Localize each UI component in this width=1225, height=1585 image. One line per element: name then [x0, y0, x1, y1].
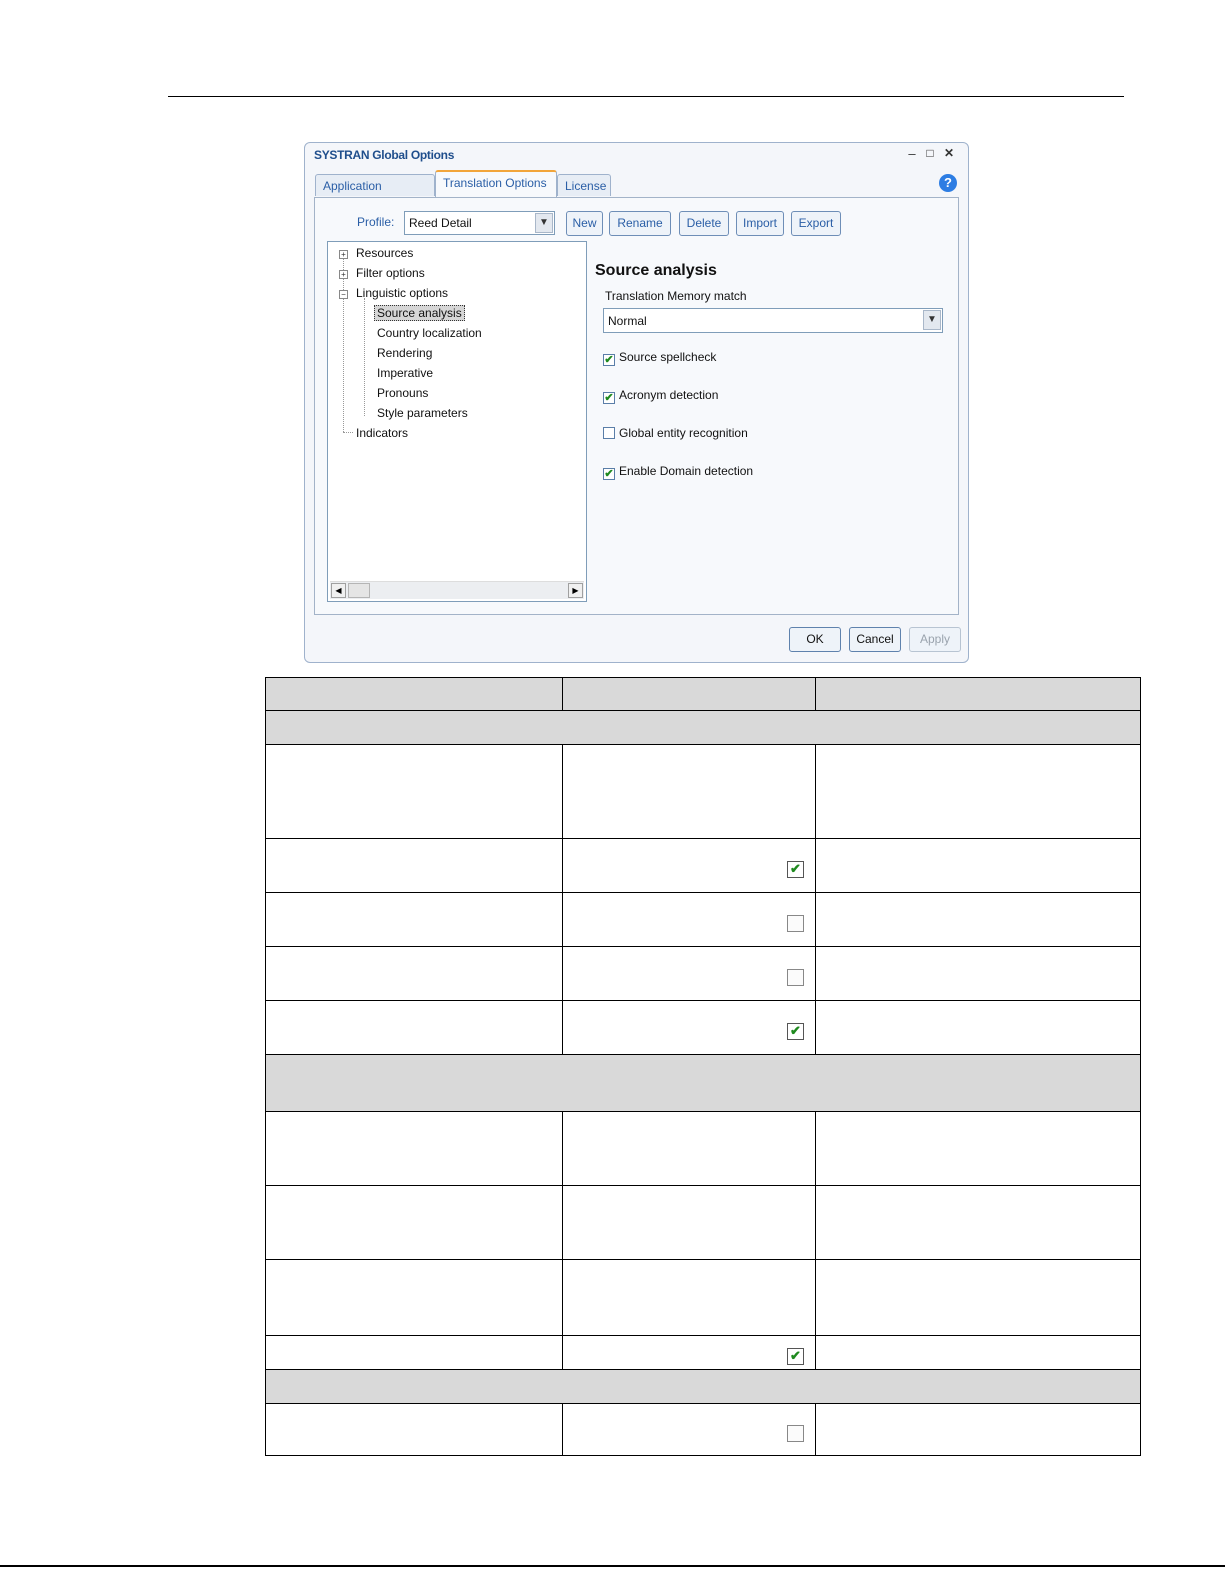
tree-item-resources[interactable]: Resources: [356, 246, 413, 260]
table-row: ✔: [265, 838, 1141, 893]
checkbox-unchecked-icon[interactable]: [603, 427, 615, 439]
profile-dropdown[interactable]: Reed Detail ▼: [404, 211, 555, 235]
export-profile-button[interactable]: Export: [791, 211, 841, 236]
scroll-left-icon[interactable]: ◀: [331, 583, 346, 598]
window-title: SYSTRAN Global Options: [314, 148, 455, 162]
new-profile-button[interactable]: New: [566, 211, 603, 236]
acronym-detection-option[interactable]: ✔ Acronym detection: [603, 388, 718, 404]
scroll-right-icon[interactable]: ▶: [568, 583, 583, 598]
ok-button[interactable]: OK: [789, 627, 841, 652]
table-header-cell: [265, 677, 563, 711]
tm-match-label: Translation Memory match: [605, 289, 747, 303]
table-row: ✔: [265, 1335, 1141, 1370]
close-icon[interactable]: ✕: [942, 146, 956, 160]
domain-detection-label: Enable Domain detection: [619, 464, 754, 478]
page-footer-rule: [0, 1565, 1225, 1567]
tree-item-country-localization[interactable]: Country localization: [377, 326, 482, 340]
table-header-cell: [562, 677, 816, 711]
source-spellcheck-label: Source spellcheck: [619, 350, 717, 364]
table-header-cell: [815, 677, 1141, 711]
tab-application-settings[interactable]: Application Settings: [315, 174, 435, 215]
tree-item-source-analysis[interactable]: Source analysis: [374, 305, 465, 321]
checkbox-unchecked-icon: [787, 969, 804, 986]
checkbox-checked-icon[interactable]: ✔: [603, 468, 615, 480]
global-entity-recognition-label: Global entity recognition: [619, 426, 748, 440]
tree-item-imperative[interactable]: Imperative: [377, 366, 433, 380]
source-spellcheck-option[interactable]: ✔ Source spellcheck: [603, 350, 716, 366]
tm-match-value: Normal: [608, 314, 647, 328]
table-row: [265, 1111, 1141, 1186]
chevron-down-icon[interactable]: ▼: [923, 310, 941, 330]
import-profile-button[interactable]: Import: [736, 211, 784, 236]
delete-profile-button[interactable]: Delete: [679, 211, 729, 236]
table-row: ✔: [265, 1000, 1141, 1055]
chevron-down-icon[interactable]: ▼: [535, 213, 553, 233]
table-row: [265, 744, 1141, 839]
options-reference-table: ✔ ✔ ✔: [265, 677, 1141, 1456]
table-group-row: [265, 1054, 1141, 1112]
table-row: [265, 1259, 1141, 1336]
minimize-icon[interactable]: –: [905, 146, 919, 161]
domain-detection-option[interactable]: ✔ Enable Domain detection: [603, 464, 753, 480]
tm-match-dropdown[interactable]: Normal ▼: [603, 308, 943, 333]
tree-item-linguistic-options[interactable]: Linguistic options: [356, 286, 448, 300]
expand-icon[interactable]: +: [339, 250, 348, 259]
expand-icon[interactable]: +: [339, 270, 348, 279]
translation-options-panel: Profile: Reed Detail ▼ New Rename Delete…: [314, 197, 959, 615]
checkbox-checked-icon: ✔: [787, 861, 804, 878]
table-row: [265, 1185, 1141, 1260]
rename-profile-button[interactable]: Rename: [609, 211, 671, 236]
table-group-row: [265, 1369, 1141, 1404]
checkbox-unchecked-icon: [787, 915, 804, 932]
tree-item-filter-options[interactable]: Filter options: [356, 266, 425, 280]
apply-button[interactable]: Apply: [909, 627, 961, 652]
tree-horizontal-scrollbar[interactable]: ◀ ▶: [330, 581, 584, 599]
maximize-icon[interactable]: □: [923, 146, 937, 160]
title-bar[interactable]: SYSTRAN Global Options – □ ✕: [305, 143, 968, 169]
scroll-thumb[interactable]: [348, 583, 370, 598]
table-row: [265, 946, 1141, 1001]
tree-item-style-parameters[interactable]: Style parameters: [377, 406, 468, 420]
tree-item-pronouns[interactable]: Pronouns: [377, 386, 428, 400]
acronym-detection-label: Acronym detection: [619, 388, 719, 402]
tree-item-indicators[interactable]: Indicators: [356, 426, 408, 440]
checkbox-unchecked-icon: [787, 1425, 804, 1442]
tree-item-rendering[interactable]: Rendering: [377, 346, 432, 360]
checkbox-checked-icon[interactable]: ✔: [603, 392, 615, 404]
profile-label: Profile:: [357, 215, 395, 229]
table-group-row: [265, 710, 1141, 745]
global-entity-recognition-option[interactable]: Global entity recognition: [603, 426, 748, 440]
table-row: [265, 1403, 1141, 1456]
checkbox-checked-icon: ✔: [787, 1347, 804, 1365]
section-title: Source analysis: [595, 262, 717, 279]
cancel-button[interactable]: Cancel: [849, 627, 901, 652]
checkbox-checked-icon[interactable]: ✔: [603, 354, 615, 366]
options-tree: + Resources + Filter options − Linguisti…: [327, 241, 587, 602]
checkbox-checked-icon: ✔: [787, 1023, 804, 1040]
global-options-dialog: SYSTRAN Global Options – □ ✕ Application…: [304, 142, 969, 663]
collapse-icon[interactable]: −: [339, 290, 348, 299]
table-header-row: [265, 677, 1141, 711]
page-header-rule: [168, 96, 1124, 97]
tab-translation-options[interactable]: Translation Options: [435, 170, 557, 197]
help-icon[interactable]: ?: [939, 174, 957, 192]
profile-value: Reed Detail: [409, 216, 472, 230]
table-row: [265, 892, 1141, 947]
tab-license[interactable]: License: [557, 174, 611, 196]
